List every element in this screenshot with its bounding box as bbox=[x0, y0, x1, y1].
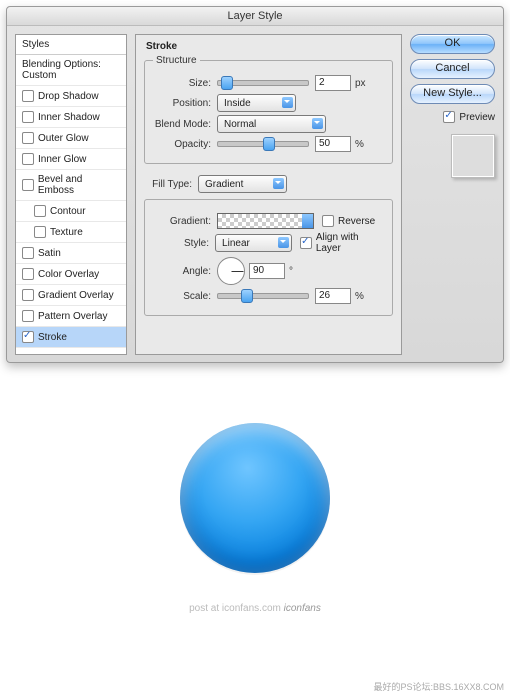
reverse-checkbox[interactable] bbox=[322, 215, 334, 227]
cancel-button[interactable]: Cancel bbox=[410, 59, 495, 79]
style-row-texture[interactable]: Texture bbox=[16, 222, 126, 243]
style-label: Pattern Overlay bbox=[38, 311, 107, 322]
style-row-bevel-and-emboss[interactable]: Bevel and Emboss bbox=[16, 170, 126, 201]
style-checkbox[interactable] bbox=[34, 226, 46, 238]
credit-line: post at iconfans.com iconfans bbox=[0, 603, 510, 614]
style-row-inner-shadow[interactable]: Inner Shadow bbox=[16, 107, 126, 128]
styles-header[interactable]: Styles bbox=[16, 35, 126, 55]
style-row-inner-glow[interactable]: Inner Glow bbox=[16, 149, 126, 170]
reverse-label: Reverse bbox=[338, 216, 375, 227]
style-label: Style: bbox=[153, 238, 209, 249]
size-label: Size: bbox=[153, 78, 211, 89]
style-checkbox[interactable] bbox=[22, 310, 34, 322]
styles-list: Styles Blending Options: Custom Drop Sha… bbox=[15, 34, 127, 355]
result-sphere bbox=[180, 423, 330, 573]
action-column: OK Cancel New Style... Preview bbox=[410, 34, 495, 355]
style-checkbox[interactable] bbox=[34, 205, 46, 217]
position-select[interactable]: Inside bbox=[217, 94, 296, 112]
style-row-contour[interactable]: Contour bbox=[16, 201, 126, 222]
watermark: 最好的PS论坛:BBS.16XX8.COM bbox=[373, 680, 504, 693]
style-checkbox[interactable] bbox=[22, 153, 34, 165]
style-label: Gradient Overlay bbox=[38, 290, 114, 301]
style-label: Color Overlay bbox=[38, 269, 99, 280]
style-label: Outer Glow bbox=[38, 133, 89, 144]
new-style-button[interactable]: New Style... bbox=[410, 84, 495, 104]
style-checkbox[interactable] bbox=[22, 179, 34, 191]
fill-type-label: Fill Type: bbox=[144, 179, 192, 190]
style-label: Inner Glow bbox=[38, 154, 86, 165]
style-row-satin[interactable]: Satin bbox=[16, 243, 126, 264]
size-input[interactable]: 2 bbox=[315, 75, 351, 91]
style-checkbox[interactable] bbox=[22, 247, 34, 259]
style-label: Stroke bbox=[38, 332, 67, 343]
opacity-slider[interactable] bbox=[217, 141, 309, 147]
blend-mode-label: Blend Mode: bbox=[153, 119, 211, 130]
style-row-stroke[interactable]: Stroke bbox=[16, 327, 126, 348]
align-label: Align with Layer bbox=[316, 232, 384, 254]
scale-label: Scale: bbox=[153, 291, 211, 302]
dialog-title: Layer Style bbox=[7, 7, 503, 26]
preview-label: Preview bbox=[459, 112, 495, 123]
style-row-pattern-overlay[interactable]: Pattern Overlay bbox=[16, 306, 126, 327]
align-checkbox[interactable] bbox=[300, 237, 312, 249]
preview-swatch bbox=[451, 134, 495, 178]
fill-group: Gradient: Reverse Style: Linear Align wi… bbox=[144, 199, 393, 316]
scale-input[interactable]: 26 bbox=[315, 288, 351, 304]
style-checkbox[interactable] bbox=[22, 331, 34, 343]
style-row-outer-glow[interactable]: Outer Glow bbox=[16, 128, 126, 149]
gradient-picker[interactable] bbox=[217, 213, 314, 229]
blending-options-row[interactable]: Blending Options: Custom bbox=[16, 55, 126, 86]
style-label: Drop Shadow bbox=[38, 91, 99, 102]
fill-type-select[interactable]: Gradient bbox=[198, 175, 287, 193]
gradient-label: Gradient: bbox=[153, 216, 211, 227]
opacity-label: Opacity: bbox=[153, 139, 211, 150]
style-label: Contour bbox=[50, 206, 86, 217]
ok-button[interactable]: OK bbox=[410, 34, 495, 54]
angle-label: Angle: bbox=[153, 266, 211, 277]
opacity-input[interactable]: 50 bbox=[315, 136, 351, 152]
scale-slider[interactable] bbox=[217, 293, 309, 299]
angle-dial[interactable] bbox=[217, 257, 245, 285]
style-label: Texture bbox=[50, 227, 83, 238]
style-label: Satin bbox=[38, 248, 61, 259]
position-label: Position: bbox=[153, 98, 211, 109]
style-checkbox[interactable] bbox=[22, 111, 34, 123]
style-checkbox[interactable] bbox=[22, 90, 34, 102]
style-select[interactable]: Linear bbox=[215, 234, 292, 252]
preview-checkbox[interactable] bbox=[443, 111, 455, 123]
panel-title: Stroke bbox=[146, 41, 393, 52]
stroke-panel: Stroke Structure Size: 2 px Position: In… bbox=[135, 34, 402, 355]
blend-mode-select[interactable]: Normal bbox=[217, 115, 326, 133]
style-label: Bevel and Emboss bbox=[38, 174, 120, 196]
style-checkbox[interactable] bbox=[22, 268, 34, 280]
style-label: Inner Shadow bbox=[38, 112, 100, 123]
layer-style-dialog: Layer Style Styles Blending Options: Cus… bbox=[6, 6, 504, 363]
style-row-drop-shadow[interactable]: Drop Shadow bbox=[16, 86, 126, 107]
style-checkbox[interactable] bbox=[22, 289, 34, 301]
angle-input[interactable]: 90 bbox=[249, 263, 285, 279]
style-checkbox[interactable] bbox=[22, 132, 34, 144]
structure-group: Structure Size: 2 px Position: Inside Bl… bbox=[144, 55, 393, 164]
size-slider[interactable] bbox=[217, 80, 309, 86]
style-row-color-overlay[interactable]: Color Overlay bbox=[16, 264, 126, 285]
style-row-gradient-overlay[interactable]: Gradient Overlay bbox=[16, 285, 126, 306]
